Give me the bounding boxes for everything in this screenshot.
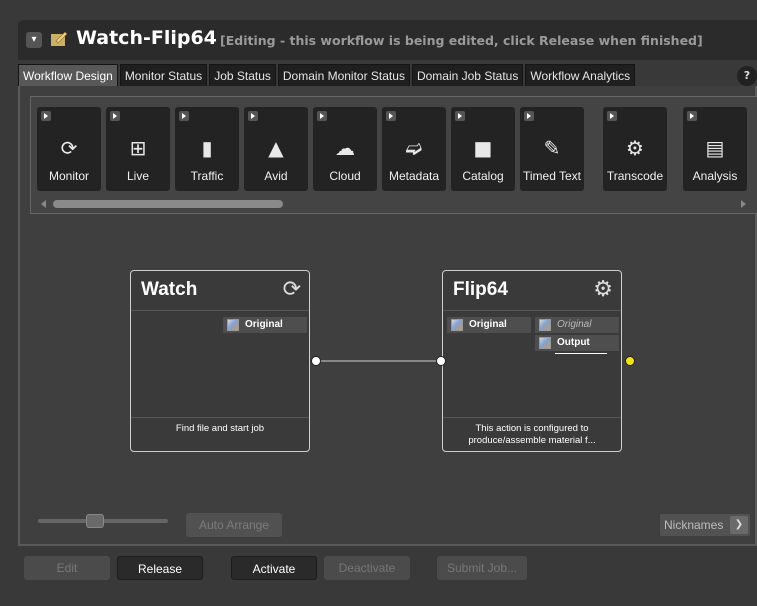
title-bar: ▾ Watch-Flip64 [Editing - this workflow … xyxy=(18,20,757,60)
palette-item-traffic[interactable]: ▮ Traffic xyxy=(175,107,239,191)
palette-label: Live xyxy=(126,169,149,183)
nicknames-select[interactable]: Nicknames ❯ xyxy=(660,514,750,536)
node-header: Flip64 ⚙ xyxy=(443,271,621,311)
pencil-icon xyxy=(51,31,68,46)
watch-icon: ⟳ xyxy=(282,277,301,302)
ghost-port: Original xyxy=(535,317,619,333)
media-icon xyxy=(227,319,239,331)
palette-label: Transcode xyxy=(606,169,664,183)
tab-domain-job-status[interactable]: Domain Job Status xyxy=(411,64,524,86)
node-header: Watch ⟳ xyxy=(131,271,309,311)
palette-label: Avid xyxy=(264,169,288,183)
design-panel: ⟳ Monitor ⊞ Live ▮ Traffic ▲ Avid ☁ Clou… xyxy=(18,86,757,546)
deactivate-button[interactable]: Deactivate xyxy=(324,556,410,580)
expand-icon[interactable] xyxy=(524,111,534,121)
monitor-icon: ⟳ xyxy=(60,136,78,160)
palette-item-avid[interactable]: ▲ Avid xyxy=(244,107,308,191)
auto-arrange-button[interactable]: Auto Arrange xyxy=(186,513,282,537)
expand-icon[interactable] xyxy=(455,111,465,121)
scroll-thumb[interactable] xyxy=(53,200,283,208)
node-title: Flip64 xyxy=(453,279,508,300)
expand-icon[interactable] xyxy=(386,111,396,121)
node-title: Watch xyxy=(141,279,198,300)
expand-icon[interactable] xyxy=(317,111,327,121)
expand-icon[interactable] xyxy=(607,111,617,121)
output-port[interactable]: Output xyxy=(535,335,619,351)
palette-item-transcode[interactable]: ⚙ Transcode xyxy=(603,107,667,191)
timed-text-icon: ✎ xyxy=(543,136,561,160)
palette-label: Metadata xyxy=(388,169,440,183)
zoom-slider-thumb[interactable] xyxy=(86,514,104,528)
tab-monitor-status[interactable]: Monitor Status xyxy=(119,64,208,86)
expand-icon[interactable] xyxy=(687,111,697,121)
help-button[interactable]: ? xyxy=(737,66,757,86)
node-description: This action is configured to produce/ass… xyxy=(443,417,621,451)
output-connector-dot[interactable] xyxy=(625,356,635,366)
expand-icon[interactable] xyxy=(110,111,120,121)
gears-icon: ⚙ xyxy=(593,277,613,302)
media-icon xyxy=(451,319,463,331)
palette-item-timed-text[interactable]: ✎ Timed Text xyxy=(520,107,584,191)
action-node-flip64[interactable]: Flip64 ⚙ Original Original Output This a… xyxy=(442,270,622,452)
input-port[interactable]: Original xyxy=(447,317,531,333)
ruler-icon: ▤ xyxy=(705,136,725,160)
expand-icon[interactable] xyxy=(179,111,189,121)
media-icon xyxy=(539,319,551,331)
port-label: Output xyxy=(557,337,590,348)
edit-button[interactable]: Edit xyxy=(24,556,110,580)
description-text: This action is configured to produce/ass… xyxy=(468,423,596,446)
connector-out-dot[interactable] xyxy=(311,356,321,366)
palette-label: Cloud xyxy=(329,169,361,183)
port-label: Original xyxy=(469,319,507,330)
palette-label: Monitor xyxy=(48,169,89,183)
traffic-icon: ▮ xyxy=(201,136,213,160)
scroll-left-icon[interactable] xyxy=(41,200,46,208)
port-label: Original xyxy=(557,319,592,330)
connector-in-dot[interactable] xyxy=(436,356,446,366)
palette-item-cloud[interactable]: ☁ Cloud xyxy=(313,107,377,191)
tab-job-status[interactable]: Job Status xyxy=(209,64,276,86)
nicknames-label: Nicknames xyxy=(664,518,724,532)
palette-label: Analysis xyxy=(692,169,738,183)
action-palette: ⟳ Monitor ⊞ Live ▮ Traffic ▲ Avid ☁ Clou… xyxy=(30,96,757,214)
tab-domain-monitor-status[interactable]: Domain Monitor Status xyxy=(277,64,410,86)
palette-item-catalog[interactable]: ■ Catalog xyxy=(451,107,515,191)
palette-item-live[interactable]: ⊞ Live xyxy=(106,107,170,191)
tab-workflow-design[interactable]: Workflow Design xyxy=(18,64,118,86)
gear-icon: ⚙ xyxy=(626,136,644,160)
editing-status: [Editing - this workflow is being edited… xyxy=(220,33,703,48)
action-node-watch[interactable]: Watch ⟳ Original Find file and start job xyxy=(130,270,310,452)
collapse-toggle[interactable]: ▾ xyxy=(26,32,42,48)
workflow-title: Watch-Flip64 xyxy=(76,27,217,49)
port-label: Original xyxy=(245,319,283,330)
live-icon: ⊞ xyxy=(129,136,147,160)
media-icon xyxy=(539,337,551,349)
node-description: Find file and start job xyxy=(131,417,309,451)
palette-label: Traffic xyxy=(190,169,224,183)
chevron-down-icon[interactable]: ❯ xyxy=(730,516,748,534)
tab-workflow-analytics[interactable]: Workflow Analytics xyxy=(525,64,636,86)
activate-button[interactable]: Activate xyxy=(231,556,317,580)
output-port[interactable]: Original xyxy=(223,317,307,333)
submit-job-button[interactable]: Submit Job... xyxy=(437,556,527,580)
paperclip-icon: ➫ xyxy=(405,136,423,160)
release-button[interactable]: Release xyxy=(117,556,203,580)
palette-item-metadata[interactable]: ➫ Metadata xyxy=(382,107,446,191)
workflow-designer: ▾ Watch-Flip64 [Editing - this workflow … xyxy=(0,0,757,606)
folder-icon: ■ xyxy=(473,136,493,160)
palette-scrollbar[interactable] xyxy=(41,200,746,208)
palette-label: Timed Text xyxy=(522,169,582,183)
tab-bar: Workflow Design Monitor Status Job Statu… xyxy=(18,64,757,86)
palette-item-monitor[interactable]: ⟳ Monitor xyxy=(37,107,101,191)
port-underline xyxy=(555,353,607,354)
scroll-right-icon[interactable] xyxy=(741,200,746,208)
description-text: Find file and start job xyxy=(175,423,265,434)
expand-icon[interactable] xyxy=(248,111,258,121)
cloud-icon: ☁ xyxy=(335,136,355,160)
palette-label: Catalog xyxy=(462,169,504,183)
palette-item-analysis[interactable]: ▤ Analysis xyxy=(683,107,747,191)
avid-icon: ▲ xyxy=(268,136,284,160)
expand-icon[interactable] xyxy=(41,111,51,121)
